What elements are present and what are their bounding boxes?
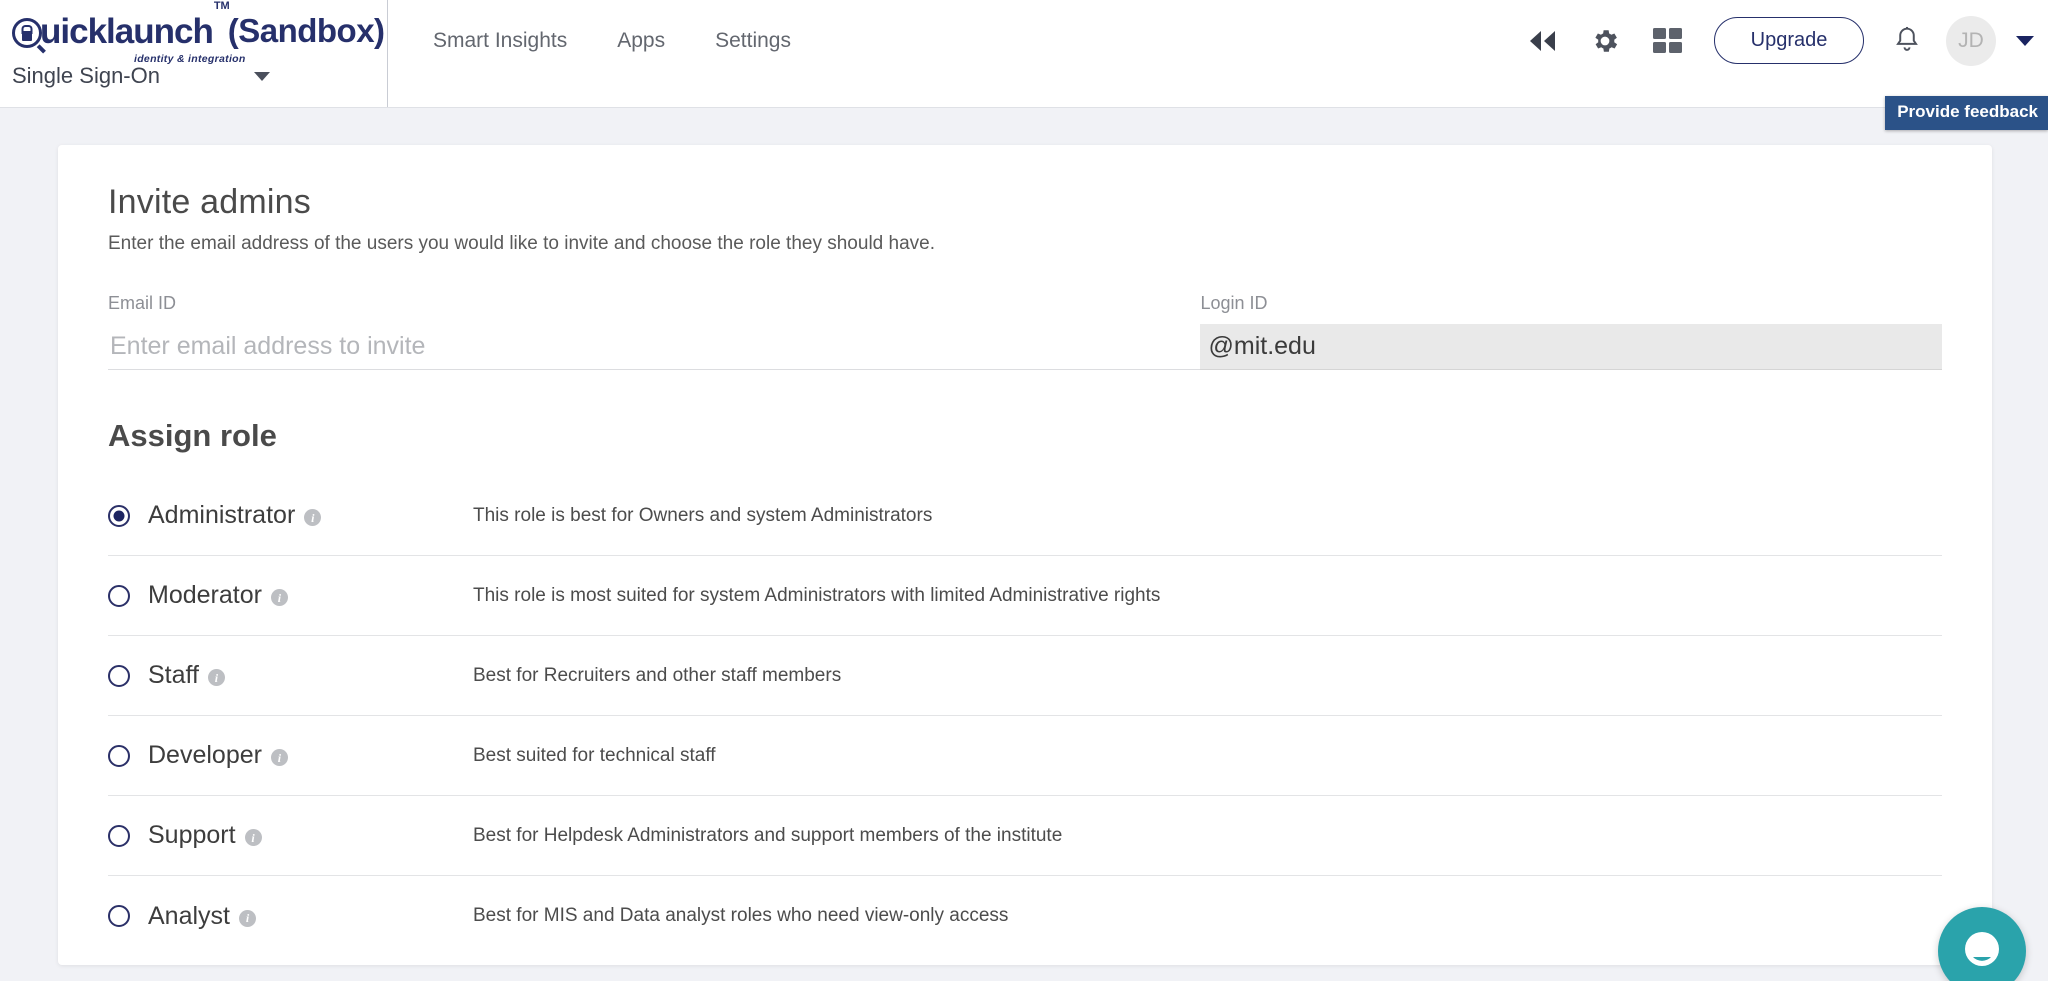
info-icon-moderator[interactable]: i bbox=[270, 589, 288, 606]
chat-bubble-icon bbox=[1965, 932, 1999, 966]
role-description-analyst: Best for MIS and Data analyst roles who … bbox=[473, 905, 1009, 926]
login-id-field-group: Login ID bbox=[1200, 293, 1942, 370]
brand-zone: uicklaunch TM (Sandbox) identity & integ… bbox=[0, 0, 388, 107]
logo-sandbox-label: (Sandbox) bbox=[227, 12, 385, 49]
role-row-developer[interactable]: Developer i Best suited for technical st… bbox=[108, 716, 1942, 796]
page-title: Invite admins bbox=[108, 183, 311, 221]
chat-support-button[interactable] bbox=[1938, 907, 2026, 981]
header-actions: Upgrade JD bbox=[1512, 0, 2048, 107]
page-subtitle: Enter the email address of the users you… bbox=[108, 233, 935, 254]
role-description-administrator: This role is best for Owners and system … bbox=[473, 504, 933, 526]
invite-admins-card: Invite admins Enter the email address of… bbox=[58, 145, 1992, 965]
role-name-analyst: Analyst bbox=[148, 901, 230, 930]
radio-developer[interactable] bbox=[108, 744, 130, 767]
info-icon-support[interactable]: i bbox=[244, 829, 262, 846]
role-description-support: Best for Helpdesk Administrators and sup… bbox=[473, 824, 1063, 846]
info-icon-developer[interactable]: i bbox=[270, 749, 288, 766]
role-name-support: Support bbox=[148, 821, 236, 849]
logo-tagline: identity & integration bbox=[134, 53, 246, 65]
role-row-moderator[interactable]: Moderator i This role is most suited for… bbox=[108, 556, 1942, 636]
gear-icon[interactable] bbox=[1574, 17, 1636, 65]
top-header-bar: uicklaunch TM (Sandbox) identity & integ… bbox=[0, 0, 2048, 108]
nav-item-smart-insights[interactable]: Smart Insights bbox=[433, 29, 567, 53]
role-description-developer: Best suited for technical staff bbox=[473, 744, 716, 766]
radio-administrator[interactable] bbox=[108, 504, 130, 527]
role-list: Administrator i This role is best for Ow… bbox=[108, 476, 1942, 956]
login-id-input bbox=[1200, 324, 1942, 370]
role-name-developer: Developer bbox=[148, 741, 262, 769]
avatar[interactable]: JD bbox=[1946, 15, 1996, 66]
module-selector-dropdown[interactable]: Single Sign-On bbox=[12, 63, 270, 89]
email-field-group: Email ID bbox=[108, 293, 1201, 370]
provide-feedback-tab[interactable]: Provide feedback bbox=[1885, 96, 2048, 130]
role-name-administrator: Administrator bbox=[148, 501, 296, 529]
radio-moderator[interactable] bbox=[108, 584, 130, 607]
email-field-label: Email ID bbox=[108, 293, 177, 313]
quicklaunch-q-lock-icon bbox=[12, 18, 46, 54]
nav-item-settings[interactable]: Settings bbox=[715, 29, 791, 53]
login-id-field-label: Login ID bbox=[1200, 293, 1268, 313]
chevron-down-icon bbox=[254, 71, 270, 81]
invite-fields-row: Email ID Login ID bbox=[108, 293, 1942, 370]
radio-analyst[interactable] bbox=[108, 905, 130, 927]
module-selector-label: Single Sign-On bbox=[12, 63, 160, 88]
radio-staff[interactable] bbox=[108, 664, 130, 687]
role-row-analyst[interactable]: Analyst i Best for MIS and Data analyst … bbox=[108, 876, 1942, 956]
main-navigation: Smart Insights Apps Settings bbox=[388, 0, 791, 107]
role-description-staff: Best for Recruiters and other staff memb… bbox=[473, 664, 842, 686]
upgrade-button[interactable]: Upgrade bbox=[1714, 17, 1864, 64]
role-row-administrator[interactable]: Administrator i This role is best for Ow… bbox=[108, 476, 1942, 556]
info-icon-analyst[interactable]: i bbox=[238, 909, 256, 927]
nav-item-apps[interactable]: Apps bbox=[617, 29, 665, 53]
role-row-support[interactable]: Support i Best for Helpdesk Administrato… bbox=[108, 796, 1942, 876]
role-name-staff: Staff bbox=[148, 661, 199, 689]
role-name-moderator: Moderator bbox=[148, 581, 262, 609]
email-input[interactable] bbox=[108, 324, 1201, 370]
collapse-rewind-icon[interactable] bbox=[1512, 17, 1574, 65]
info-icon-staff[interactable]: i bbox=[207, 669, 225, 686]
notifications-bell-icon[interactable] bbox=[1876, 17, 1938, 65]
role-row-staff[interactable]: Staff i Best for Recruiters and other st… bbox=[108, 636, 1942, 716]
logo-trademark-symbol: TM bbox=[213, 0, 230, 12]
quicklaunch-logo[interactable]: uicklaunch TM (Sandbox) identity & integ… bbox=[12, 1, 387, 64]
assign-role-title: Assign role bbox=[108, 418, 277, 453]
user-menu-chevron-down-icon[interactable] bbox=[2016, 35, 2034, 46]
info-icon-administrator[interactable]: i bbox=[304, 509, 322, 526]
radio-support[interactable] bbox=[108, 824, 130, 847]
role-description-moderator: This role is most suited for system Admi… bbox=[473, 584, 1161, 606]
logo-wordmark: uicklaunch bbox=[40, 12, 214, 51]
app-grid-icon[interactable] bbox=[1636, 17, 1698, 65]
